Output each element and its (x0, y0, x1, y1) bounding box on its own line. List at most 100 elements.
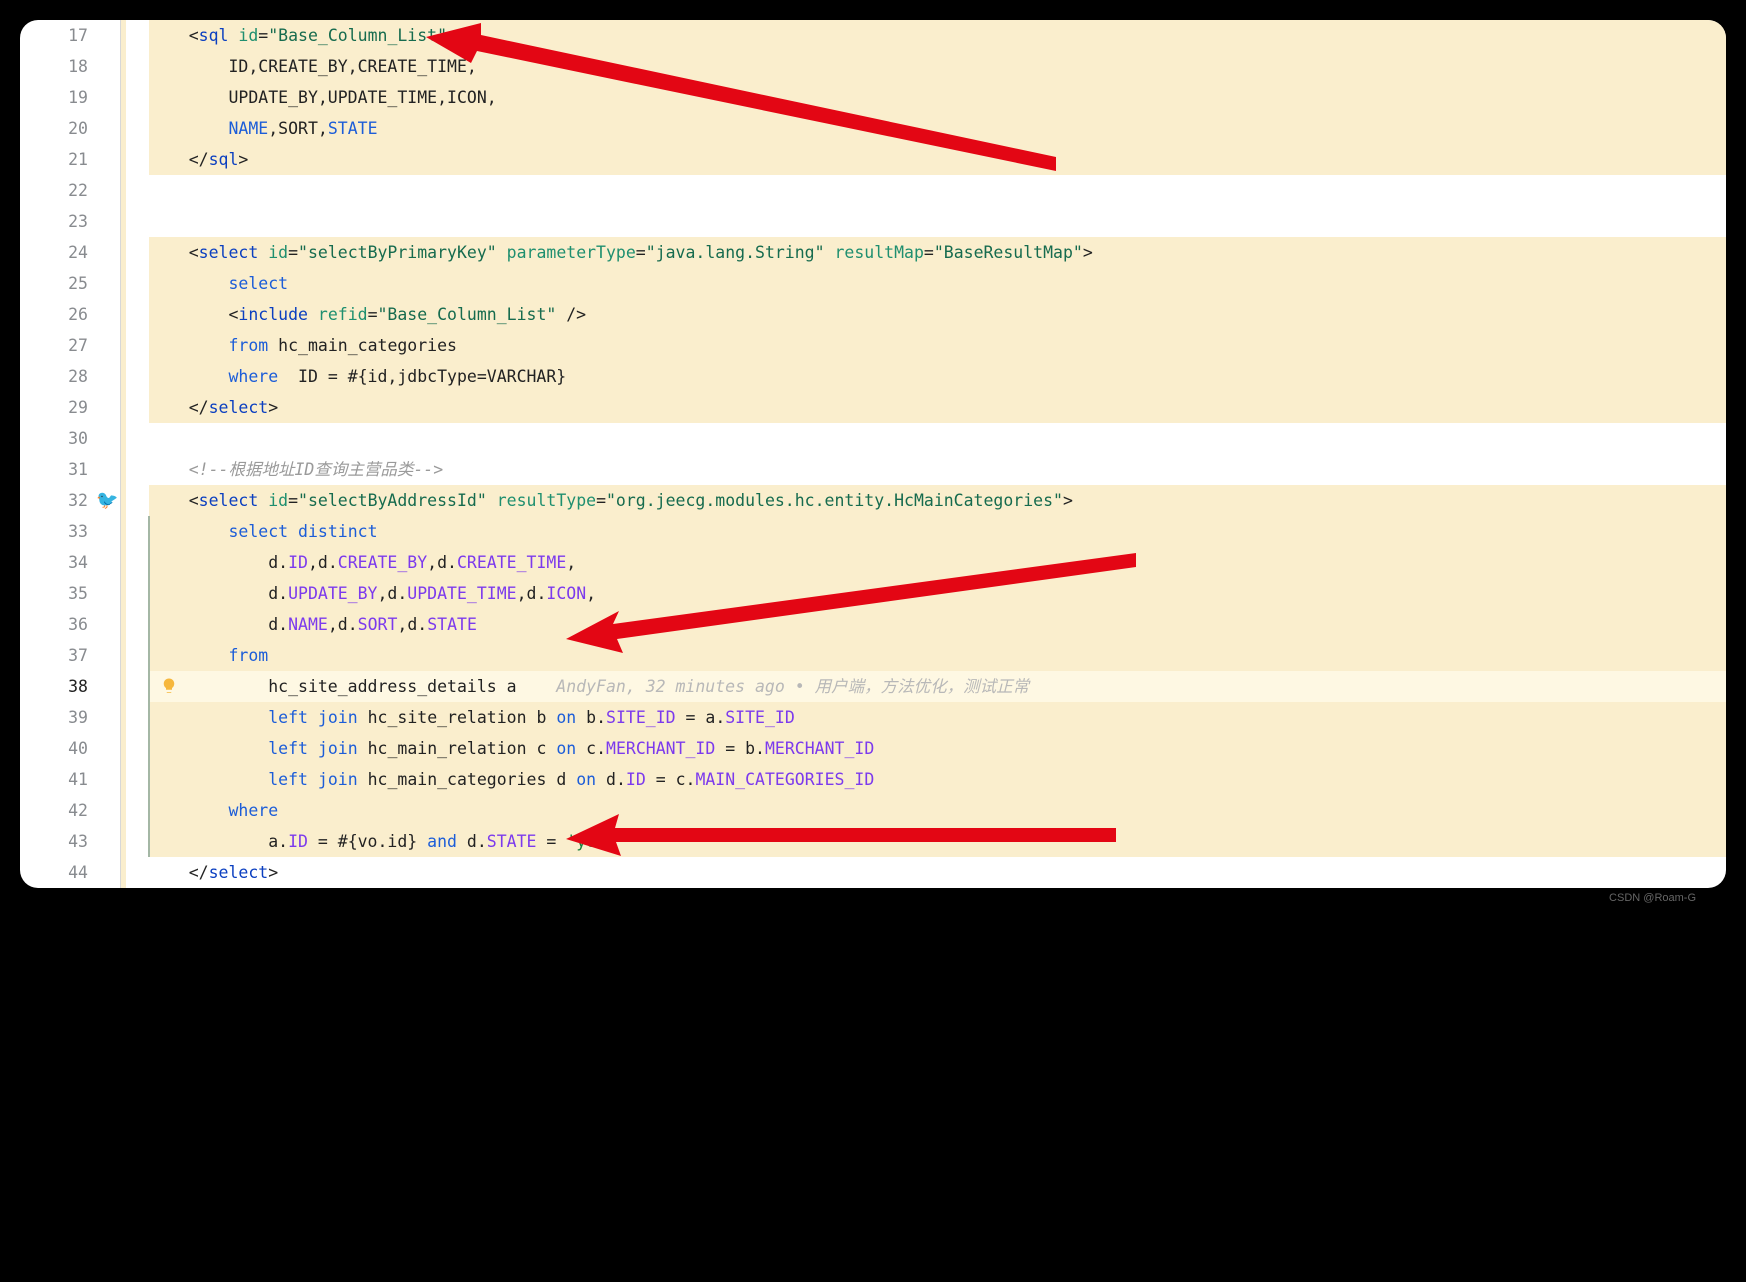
code-line[interactable]: left join hc_main_relation c on c.MERCHA… (149, 733, 1726, 764)
code-token: d. (457, 832, 487, 851)
code-token: ,d. (308, 553, 338, 572)
code-line[interactable]: from hc_main_categories (149, 330, 1726, 361)
code-token: "java.lang.String" (646, 243, 825, 262)
code-line[interactable]: left join hc_site_relation b on b.SITE_I… (149, 702, 1726, 733)
line-number: 34 (20, 547, 88, 578)
code-line[interactable]: hc_site_address_details a AndyFan, 32 mi… (149, 671, 1726, 702)
code-token: b. (576, 708, 606, 727)
code-token: /> (556, 305, 586, 324)
line-number: 22 (20, 175, 88, 206)
code-token: on (576, 770, 596, 789)
code-line[interactable]: d.UPDATE_BY,d.UPDATE_TIME,d.ICON, (149, 578, 1726, 609)
code-token: </ (149, 150, 209, 169)
line-number: 17 (20, 20, 88, 51)
code-line[interactable]: left join hc_main_categories d on d.ID =… (149, 764, 1726, 795)
code-token: and (427, 832, 457, 851)
code-token: hc_site_relation b (358, 708, 557, 727)
code-line[interactable]: <select id="selectByPrimaryKey" paramete… (149, 237, 1726, 268)
code-line[interactable]: ID,CREATE_BY,CREATE_TIME, (149, 51, 1726, 82)
code-token: <!--根据地址ID查询主营品类--> (189, 460, 443, 479)
line-number: 28 (20, 361, 88, 392)
code-line[interactable]: UPDATE_BY,UPDATE_TIME,ICON, (149, 82, 1726, 113)
code-token: > (268, 863, 278, 882)
code-token: SORT (358, 615, 398, 634)
line-number: 23 (20, 206, 88, 237)
line-numbers: 1718192021222324252627282930313233343536… (20, 20, 100, 888)
code-token: d. (149, 615, 288, 634)
code-token: CREATE_BY (338, 553, 427, 572)
code-token: MERCHANT_ID (765, 739, 874, 758)
code-token (149, 708, 268, 727)
code-token: join (318, 770, 358, 789)
code-line[interactable]: </select> (149, 857, 1726, 888)
code-token: hc_main_categories d (358, 770, 577, 789)
line-number: 27 (20, 330, 88, 361)
code-token: resultMap (834, 243, 923, 262)
code-line[interactable]: </sql> (149, 144, 1726, 175)
code-token (149, 274, 228, 293)
code-line[interactable]: d.NAME,d.SORT,d.STATE (149, 609, 1726, 640)
code-token: on (556, 708, 576, 727)
line-number: 36 (20, 609, 88, 640)
code-token: "selectByPrimaryKey" (298, 243, 497, 262)
lightbulb-icon[interactable] (160, 677, 178, 695)
line-number: 44 (20, 857, 88, 888)
code-token (149, 801, 228, 820)
code-token (149, 770, 268, 789)
code-line[interactable]: NAME,SORT,STATE (149, 113, 1726, 144)
code-token: SITE_ID (725, 708, 795, 727)
code-line[interactable]: <include refid="Base_Column_List" /> (149, 299, 1726, 330)
code-token: = (596, 491, 606, 510)
code-line[interactable]: <select id="selectByAddressId" resultTyp… (149, 485, 1726, 516)
editor-window: 1718192021222324252627282930313233343536… (20, 20, 1726, 888)
line-number: 31 (20, 454, 88, 485)
code-line[interactable]: a.ID = #{vo.id} and d.STATE = 'yes' (149, 826, 1726, 857)
code-token: select (199, 243, 259, 262)
code-token: left (268, 708, 308, 727)
code-line[interactable] (149, 423, 1726, 454)
gutter-icons: 🐦 (100, 20, 120, 888)
code-token: select (199, 491, 259, 510)
code-area: 1718192021222324252627282930313233343536… (20, 20, 1726, 888)
code-token: id (238, 26, 258, 45)
bird-icon: 🐦 (96, 485, 116, 505)
code-token: , (586, 584, 596, 603)
code-line[interactable]: from (149, 640, 1726, 671)
code-token (149, 739, 268, 758)
code-token (228, 26, 238, 45)
line-number: 20 (20, 113, 88, 144)
code-token: ,d. (427, 553, 457, 572)
code-token: UPDATE_TIME (407, 584, 516, 603)
code-token: d. (149, 553, 288, 572)
code-line[interactable]: </select> (149, 392, 1726, 423)
code-token: UPDATE_BY (288, 584, 377, 603)
code-token: SITE_ID (606, 708, 676, 727)
code-line[interactable]: select distinct (149, 516, 1726, 547)
code-token: = #{vo.id} (308, 832, 427, 851)
code-token: = (536, 832, 566, 851)
code-line[interactable]: where (149, 795, 1726, 826)
code-column[interactable]: <sql id="Base_Column_List"> ID,CREATE_BY… (120, 20, 1726, 888)
code-token: = (368, 305, 378, 324)
code-token: ,d. (517, 584, 547, 603)
code-line[interactable]: d.ID,d.CREATE_BY,d.CREATE_TIME, (149, 547, 1726, 578)
code-line[interactable]: <sql id="Base_Column_List"> (149, 20, 1726, 51)
code-token (288, 522, 298, 541)
code-line[interactable]: where ID = #{id,jdbcType=VARCHAR} (149, 361, 1726, 392)
code-line[interactable]: select (149, 268, 1726, 299)
line-number: 32 (20, 485, 88, 516)
code-token: < (149, 26, 199, 45)
code-token: "BaseResultMap" (934, 243, 1083, 262)
code-token: = (258, 26, 268, 45)
line-number: 19 (20, 82, 88, 113)
code-line[interactable]: <!--根据地址ID查询主营品类--> (149, 454, 1726, 485)
code-token: id (268, 491, 288, 510)
code-token (149, 367, 228, 386)
code-token: include (238, 305, 308, 324)
code-line[interactable] (149, 206, 1726, 237)
line-number: 25 (20, 268, 88, 299)
code-line[interactable] (149, 175, 1726, 206)
code-token: </ (149, 863, 209, 882)
code-token: > (268, 398, 278, 417)
code-token: ,d. (377, 584, 407, 603)
